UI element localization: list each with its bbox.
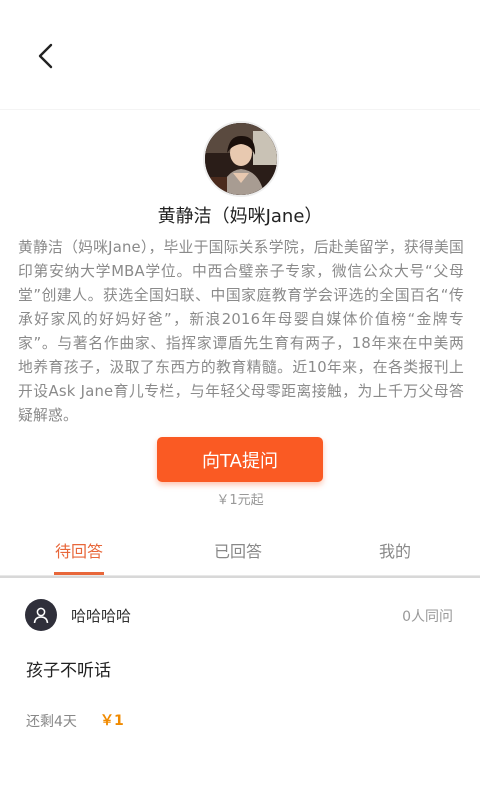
back-button[interactable]: [28, 38, 64, 74]
question-username: 哈哈哈哈: [71, 607, 132, 625]
agree-count[interactable]: 0人同问: [402, 606, 453, 626]
tab-answered[interactable]: 已回答: [188, 523, 288, 576]
active-tab-indicator: [54, 572, 104, 575]
remaining-time: 还剩4天: [26, 714, 77, 730]
tab-divider: [0, 576, 480, 578]
expert-name: 黄静洁（妈咪Jane）: [157, 206, 323, 227]
chevron-left-icon: [38, 43, 53, 69]
question-text: 孩子不听话: [26, 661, 111, 681]
question-item[interactable]: 哈哈哈哈 0人同问 孩子不听话 还剩4天 ￥1: [0, 580, 480, 760]
user-icon: [33, 607, 49, 624]
tab-bar: 待回答 已回答 我的: [0, 523, 480, 576]
user-avatar: [25, 599, 57, 631]
price-note: ￥1元起: [216, 493, 264, 508]
ask-question-button[interactable]: 向TA提问: [157, 437, 323, 482]
reward-amount: ￥1: [100, 713, 124, 729]
tab-pending[interactable]: 待回答: [29, 523, 129, 576]
expert-avatar: [203, 121, 279, 197]
expert-bio: 黄静洁（妈咪Jane），毕业于国际关系学院，后赴美留学，获得美国印第安纳大学MB…: [18, 239, 464, 424]
top-bar: [0, 0, 480, 110]
tab-mine[interactable]: 我的: [345, 523, 445, 576]
